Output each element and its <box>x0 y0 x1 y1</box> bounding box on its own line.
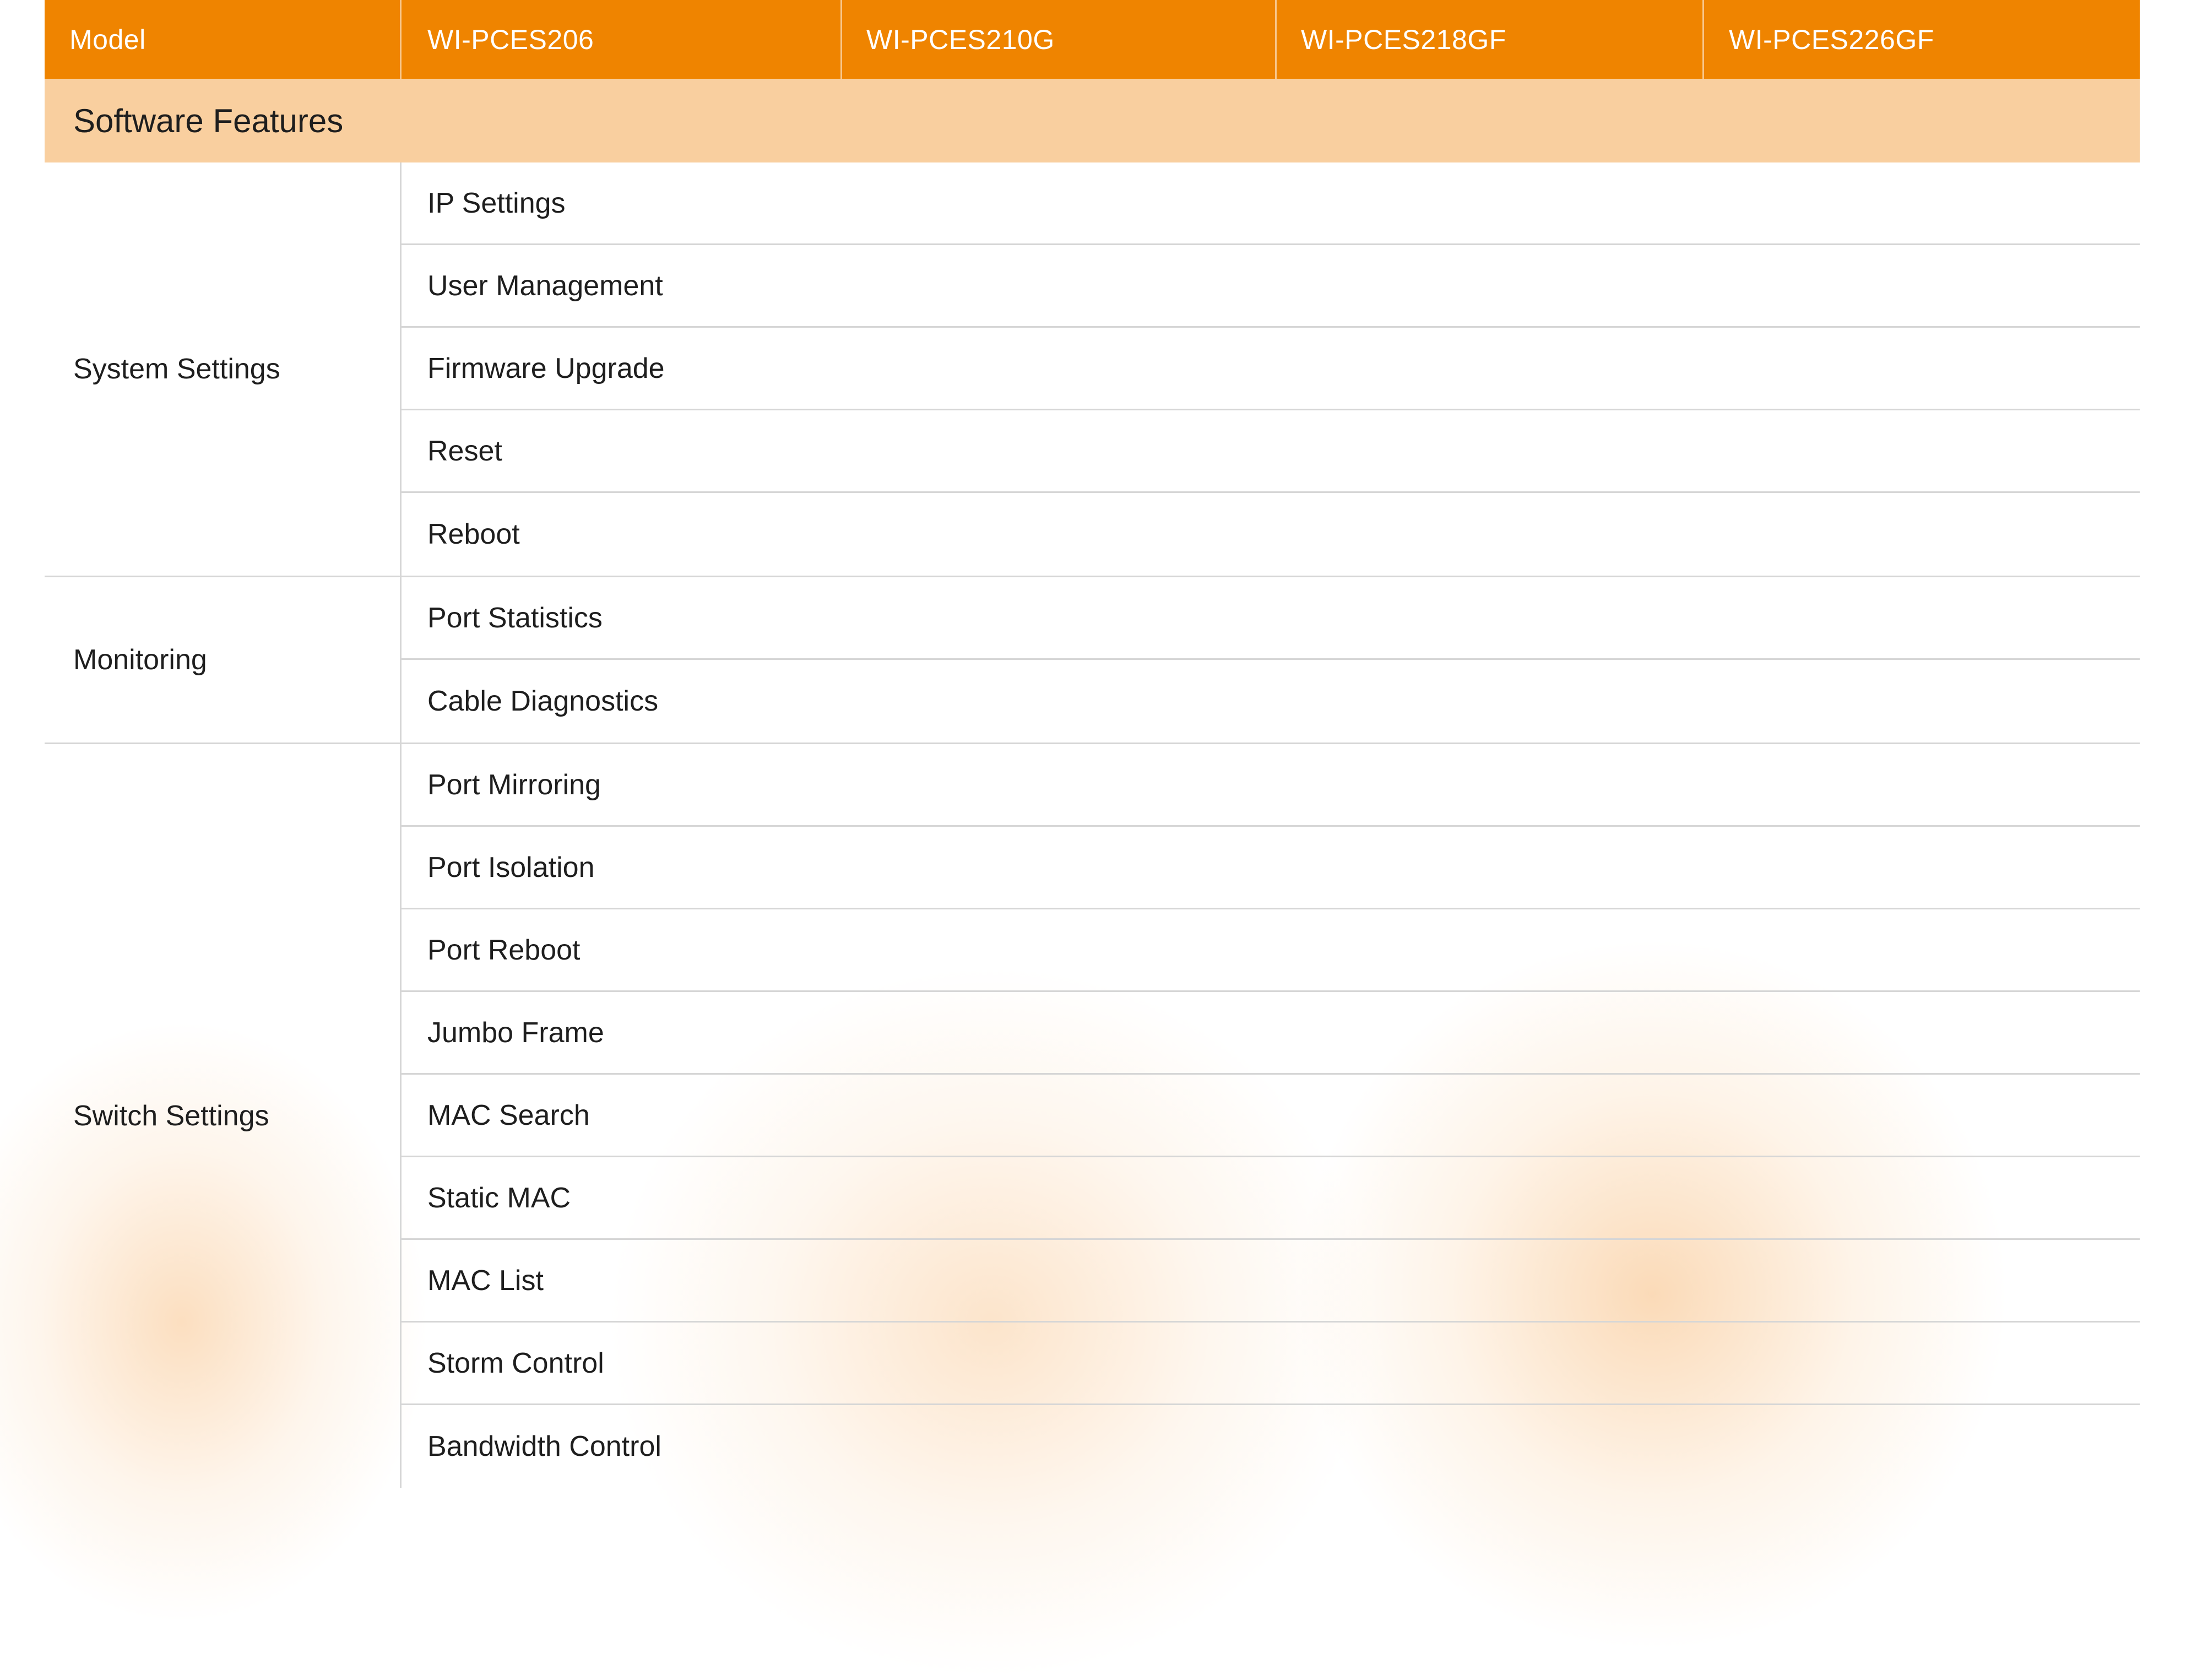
feature-row: IP Settings <box>402 162 2140 245</box>
feature-row: Bandwidth Control <box>427 1430 661 1462</box>
model-column-header: WI-PCES210G <box>842 0 1277 79</box>
feature-row: Reset <box>402 410 2140 493</box>
feature-row: MAC Search <box>402 1075 2140 1157</box>
feature-row: MAC List <box>402 1240 2140 1323</box>
feature-row: Firmware Upgrade <box>402 328 2140 410</box>
spec-table: Model WI-PCES206 WI-PCES210G WI-PCES218G… <box>45 0 2140 1488</box>
feature-list: IP Settings User Management Firmware Upg… <box>402 162 2140 576</box>
group-monitoring: Monitoring Port Statistics Cable Diagnos… <box>45 577 2140 744</box>
feature-row: Static MAC <box>402 1157 2140 1240</box>
model-column-header: WI-PCES226GF <box>1729 24 1934 55</box>
group-label: System Settings <box>45 162 402 576</box>
feature-row: Jumbo Frame <box>402 992 2140 1075</box>
feature-row: User Management <box>402 245 2140 328</box>
model-column-header: WI-PCES206 <box>402 0 842 79</box>
group-switch-settings: Switch Settings Port Mirroring Port Isol… <box>45 744 2140 1488</box>
feature-row: Port Isolation <box>402 827 2140 909</box>
section-header: Software Features <box>45 79 2140 162</box>
feature-row: Port Statistics <box>402 577 2140 660</box>
group-label: Switch Settings <box>45 744 402 1488</box>
feature-list: Port Statistics Cable Diagnostics <box>402 577 2140 743</box>
model-column-header: WI-PCES218GF <box>1277 0 1704 79</box>
group-system-settings: System Settings IP Settings User Managem… <box>45 162 2140 577</box>
feature-row: Storm Control <box>402 1323 2140 1405</box>
feature-row: Port Reboot <box>402 909 2140 992</box>
section-title: Software Features <box>73 102 344 139</box>
feature-row: Reboot <box>427 518 520 550</box>
group-label: Monitoring <box>45 577 402 743</box>
model-label-cell: Model <box>45 0 402 79</box>
feature-list: Port Mirroring Port Isolation Port Reboo… <box>402 744 2140 1488</box>
model-header-row: Model WI-PCES206 WI-PCES210G WI-PCES218G… <box>45 0 2140 79</box>
feature-row: Port Mirroring <box>402 744 2140 827</box>
feature-row: Cable Diagnostics <box>427 685 659 717</box>
